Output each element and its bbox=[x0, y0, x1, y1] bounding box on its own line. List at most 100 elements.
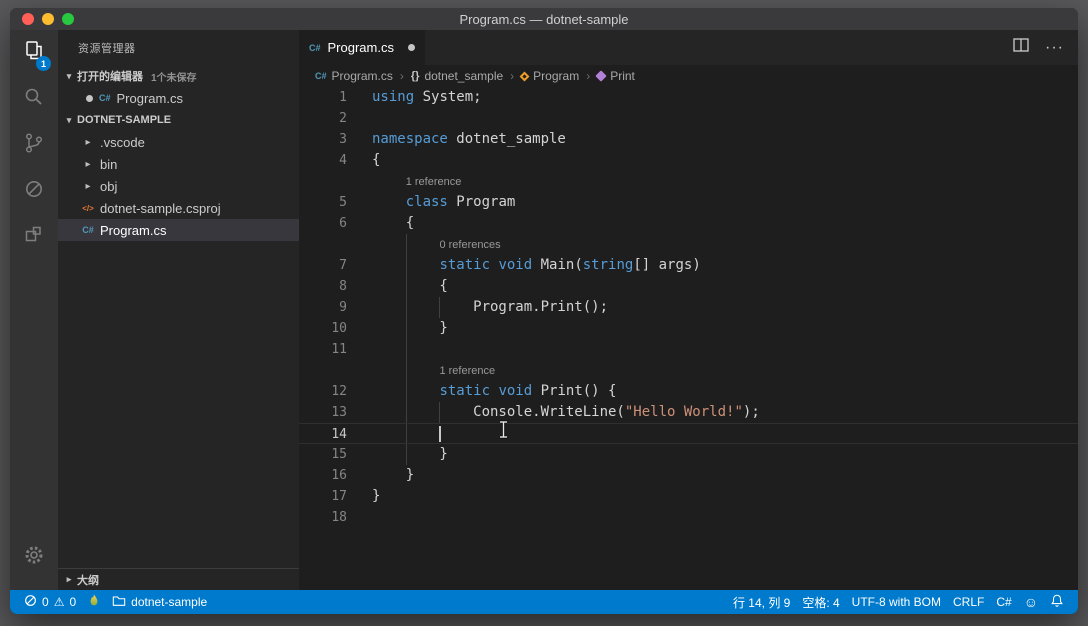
line-number[interactable]: 13 bbox=[299, 402, 347, 423]
code-line[interactable]: 10 } bbox=[299, 318, 1078, 339]
code-line[interactable]: 5 class Program bbox=[299, 192, 1078, 213]
code-line[interactable]: 13 Console.WriteLine("Hello World!"); bbox=[299, 402, 1078, 423]
line-number[interactable]: 5 bbox=[299, 192, 347, 213]
indentation-status[interactable]: 空格: 4 bbox=[796, 590, 845, 614]
code-token: System; bbox=[414, 89, 482, 105]
feedback-smiley[interactable]: ☺ bbox=[1018, 590, 1044, 614]
code-content: class Program bbox=[347, 192, 1078, 213]
code-token: static bbox=[439, 257, 491, 273]
line-number[interactable]: 2 bbox=[299, 108, 347, 129]
breadcrumb-item[interactable]: C# Program.cs bbox=[315, 69, 393, 83]
tab-bar: C# Program.cs ··· bbox=[299, 30, 1078, 65]
code-content bbox=[347, 339, 1078, 360]
line-number[interactable]: 16 bbox=[299, 465, 347, 486]
notifications[interactable] bbox=[1044, 590, 1070, 614]
language-mode[interactable]: C# bbox=[990, 590, 1017, 614]
codelens-row[interactable]: 0 references bbox=[299, 234, 1078, 255]
tab-program-cs[interactable]: C# Program.cs bbox=[299, 30, 425, 65]
code-line[interactable]: 14 bbox=[299, 423, 1078, 444]
code-line[interactable]: 1 using System; bbox=[299, 87, 1078, 108]
codelens-link[interactable]: 0 references bbox=[439, 239, 500, 251]
line-number[interactable]: 1 bbox=[299, 87, 347, 108]
code-line[interactable]: 11 bbox=[299, 339, 1078, 360]
line-number[interactable]: 7 bbox=[299, 255, 347, 276]
codelens-link[interactable]: 1 reference bbox=[406, 176, 462, 188]
codelens-link[interactable]: 1 reference bbox=[439, 365, 495, 377]
activity-search[interactable] bbox=[10, 76, 58, 122]
indent-guide bbox=[405, 444, 407, 465]
tree-item[interactable]: ▸ .vscode bbox=[58, 131, 299, 153]
code-line[interactable]: 8 { bbox=[299, 276, 1078, 297]
activity-settings[interactable] bbox=[10, 534, 58, 580]
namespace-icon: {} bbox=[410, 70, 420, 82]
outline-header[interactable]: ▸ 大纲 bbox=[58, 568, 299, 590]
code-line[interactable]: 12 static void Print() { bbox=[299, 381, 1078, 402]
explorer-badge: 1 bbox=[36, 56, 51, 71]
text-cursor bbox=[439, 426, 442, 442]
code-line[interactable]: 7 static void Main(string[] args) bbox=[299, 255, 1078, 276]
project-header[interactable]: ▾ DOTNET-SAMPLE bbox=[58, 109, 299, 131]
code-line[interactable]: 2 bbox=[299, 108, 1078, 129]
codelens-row[interactable]: 1 reference bbox=[299, 171, 1078, 192]
open-editors-header[interactable]: ▾ 打开的编辑器 1个未保存 bbox=[58, 65, 299, 87]
eol-status[interactable]: CRLF bbox=[947, 590, 990, 614]
code-line[interactable]: 16 } bbox=[299, 465, 1078, 486]
code-content: { bbox=[347, 213, 1078, 234]
indentation-label: 空格: 4 bbox=[802, 595, 840, 610]
code-line[interactable]: 3 namespace dotnet_sample bbox=[299, 129, 1078, 150]
code-line[interactable]: 9 Program.Print(); bbox=[299, 297, 1078, 318]
code-line[interactable]: 4{ bbox=[299, 150, 1078, 171]
activity-explorer[interactable]: 1 bbox=[10, 30, 58, 76]
line-number[interactable]: 10 bbox=[299, 318, 347, 339]
code-line[interactable]: 6 { bbox=[299, 213, 1078, 234]
open-editor-item[interactable]: C# Program.cs bbox=[58, 87, 299, 109]
breadcrumb: C# Program.cs › {} dotnet_sample › Program › Pri… bbox=[299, 65, 1078, 87]
tree-item[interactable]: ▸ obj bbox=[58, 175, 299, 197]
encoding-status[interactable]: UTF-8 with BOM bbox=[846, 590, 947, 614]
problems-status[interactable]: 0 ⚠ 0 bbox=[18, 590, 82, 614]
more-actions-icon[interactable]: ··· bbox=[1045, 39, 1064, 57]
code-token: Main( bbox=[532, 257, 583, 273]
csharp-file-icon: C# bbox=[82, 225, 94, 235]
tree-item[interactable]: C# Program.cs bbox=[58, 219, 299, 241]
project-selector[interactable]: dotnet-sample bbox=[106, 590, 213, 614]
activity-source-control[interactable] bbox=[10, 122, 58, 168]
code-editor[interactable]: 1 using System; 2 3 namespace dotnet_sample 4… bbox=[299, 87, 1078, 590]
line-number[interactable]: 9 bbox=[299, 297, 347, 318]
activity-extensions[interactable] bbox=[10, 214, 58, 260]
breadcrumb-item[interactable]: Print bbox=[595, 69, 635, 83]
breadcrumb-label: dotnet_sample bbox=[424, 69, 504, 83]
codelens-row[interactable]: 1 reference bbox=[299, 360, 1078, 381]
line-number[interactable]: 15 bbox=[299, 444, 347, 465]
line-number[interactable]: 6 bbox=[299, 213, 347, 234]
line-number[interactable]: 14 bbox=[299, 424, 347, 443]
line-number[interactable]: 4 bbox=[299, 150, 347, 171]
omnisharp-status[interactable] bbox=[82, 590, 106, 614]
gear-icon bbox=[22, 543, 46, 572]
line-number[interactable] bbox=[299, 234, 347, 255]
breadcrumb-item[interactable]: {} dotnet_sample bbox=[411, 69, 503, 83]
close-button[interactable] bbox=[22, 13, 34, 25]
minimize-button[interactable] bbox=[42, 13, 54, 25]
line-number[interactable]: 12 bbox=[299, 381, 347, 402]
line-number[interactable]: 18 bbox=[299, 507, 347, 528]
chevron-down-icon: ▾ bbox=[66, 114, 72, 125]
code-token: void bbox=[498, 383, 533, 399]
code-line[interactable]: 15 } bbox=[299, 444, 1078, 465]
tree-item[interactable]: ▸ bin bbox=[58, 153, 299, 175]
line-number[interactable]: 8 bbox=[299, 276, 347, 297]
line-number[interactable] bbox=[299, 360, 347, 381]
activity-debug[interactable] bbox=[10, 168, 58, 214]
split-editor-icon[interactable] bbox=[1013, 38, 1029, 57]
breadcrumb-separator: › bbox=[399, 69, 404, 83]
zoom-button[interactable] bbox=[62, 13, 74, 25]
line-number[interactable]: 3 bbox=[299, 129, 347, 150]
code-line[interactable]: 18 bbox=[299, 507, 1078, 528]
line-number[interactable] bbox=[299, 171, 347, 192]
line-number[interactable]: 17 bbox=[299, 486, 347, 507]
tree-item[interactable]: </> dotnet-sample.csproj bbox=[58, 197, 299, 219]
breadcrumb-item[interactable]: Program bbox=[519, 69, 579, 83]
code-line[interactable]: 17} bbox=[299, 486, 1078, 507]
cursor-position[interactable]: 行 14, 列 9 bbox=[727, 590, 796, 614]
line-number[interactable]: 11 bbox=[299, 339, 347, 360]
